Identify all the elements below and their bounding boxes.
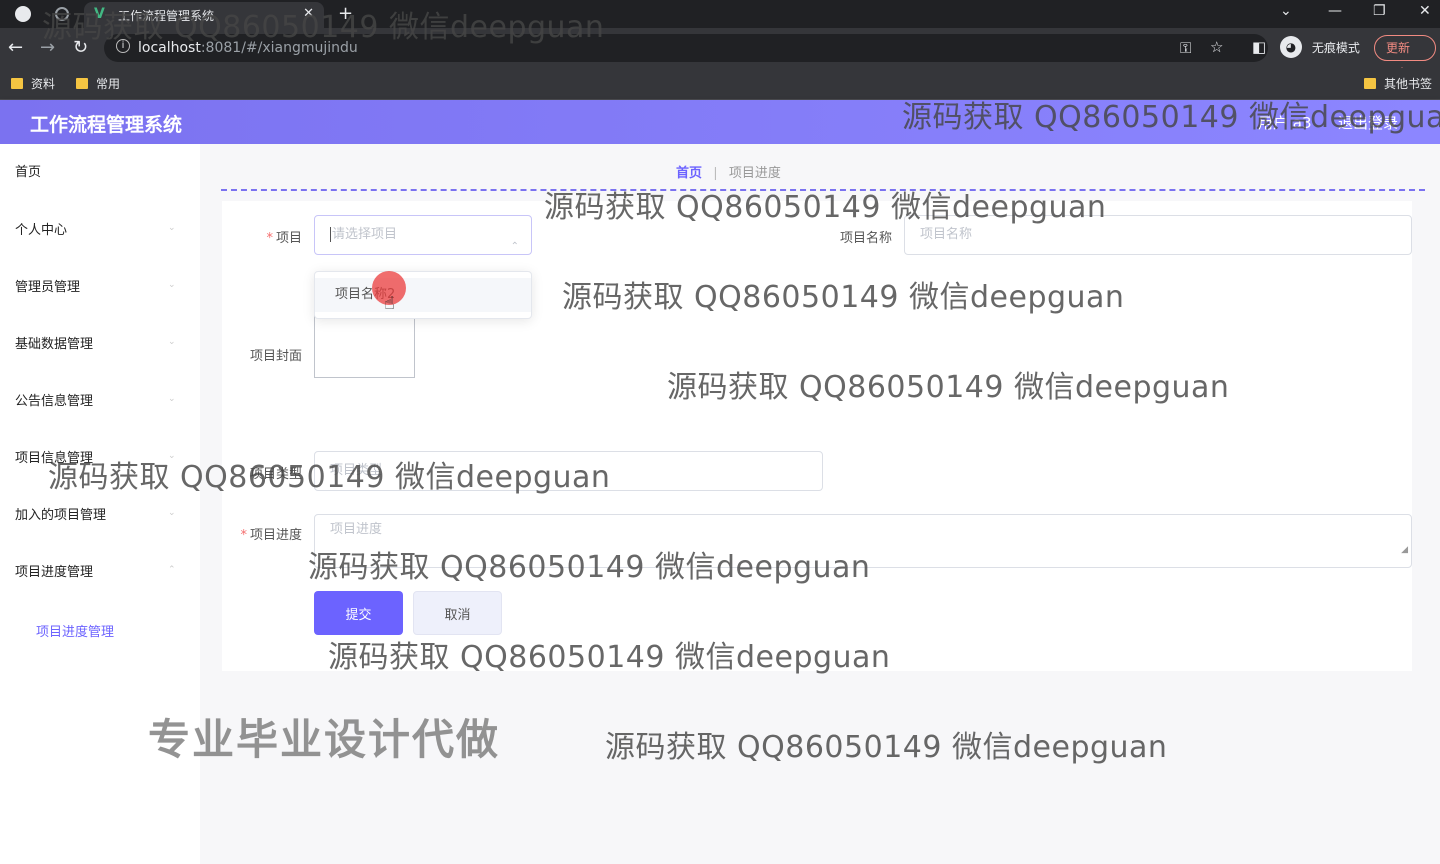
submit-button[interactable]: 提交 [314, 591, 403, 635]
project-name-input[interactable]: 项目名称 [904, 215, 1412, 255]
watermark-banner: 专业毕业设计代做 [148, 715, 501, 764]
bookmarks-bar: 资料 常用 其他书签 [0, 68, 1440, 100]
sidebar-item-base-data[interactable]: 基础数据管理 [15, 333, 93, 352]
cancel-button[interactable]: 取消 [413, 591, 502, 635]
site-info-icon[interactable]: i [116, 39, 130, 53]
incognito-indicator[interactable]: ◕ 无痕模式 [1280, 36, 1360, 60]
bookmark-folder-2[interactable]: 常用 [76, 75, 120, 92]
side-panel-icon[interactable]: ◧ [1252, 38, 1266, 56]
tab-close-icon[interactable]: ✕ [303, 6, 314, 21]
breadcrumb-separator-icon: ❘ [710, 166, 721, 181]
resize-grip-icon[interactable]: ◢ [1401, 535, 1408, 565]
folder-icon [11, 78, 23, 89]
password-key-icon[interactable]: ⚿ [1180, 39, 1191, 57]
other-bookmarks[interactable]: 其他书签 [1364, 75, 1432, 92]
back-arrow-icon[interactable]: ← [8, 37, 23, 58]
sidebar-item-joined-projects[interactable]: 加入的项目管理 [15, 504, 106, 523]
breadcrumb: 首页 ❘ 项目进度 [676, 162, 781, 181]
browser-logo-icon[interactable] [15, 6, 31, 22]
browser-tab-bar: V 工作流程管理系统 ✕ + ⌄ — ❐ ✕ [0, 0, 1440, 28]
dropdown-option-project[interactable]: 项目名称2 [315, 278, 531, 312]
progress-label: * 项目进度 [240, 528, 302, 543]
sidebar-item-notice[interactable]: 公告信息管理 [15, 390, 93, 409]
breadcrumb-current: 项目进度 [728, 166, 781, 181]
new-tab-button[interactable]: + [338, 3, 353, 24]
sidebar-item-progress[interactable]: 项目进度管理 [15, 561, 93, 580]
folder-icon [76, 78, 88, 89]
project-type-placeholder: 项目类型 [330, 463, 383, 478]
sidebar-item-admin[interactable]: 管理员管理 [15, 276, 80, 295]
chevron-down-icon: ⌄ [168, 394, 176, 404]
update-button[interactable]: 更新 ⋮ [1374, 35, 1436, 79]
logout-link[interactable]: 退出登录 [1338, 112, 1398, 133]
restore-icon[interactable]: ❐ [1373, 3, 1386, 19]
cover-label: 项目封面 [249, 349, 302, 364]
dashed-divider [221, 189, 1425, 191]
minimize-icon[interactable]: — [1328, 3, 1342, 19]
window-close-icon[interactable]: ✕ [1419, 3, 1431, 19]
progress-textarea[interactable]: 项目进度 ◢ [314, 514, 1412, 568]
project-name-placeholder: 项目名称 [920, 227, 973, 242]
current-user: 用户 a3 [1258, 114, 1312, 132]
project-select-placeholder: 请选择项目 [330, 227, 398, 242]
project-name-label: 项目名称 [839, 231, 892, 246]
chevron-up-icon: ⌃ [168, 565, 176, 575]
bookmark-star-icon[interactable]: ☆ [1210, 38, 1223, 56]
project-select[interactable]: 请选择项目 ⌃ [314, 215, 532, 255]
tab-search-icon[interactable] [55, 7, 69, 21]
chevron-down-icon: ⌄ [168, 223, 176, 233]
app-title: 工作流程管理系统 [30, 114, 183, 136]
forward-arrow-icon[interactable]: → [40, 37, 55, 58]
sidebar-item-project-info[interactable]: 项目信息管理 [15, 447, 93, 466]
chevron-down-icon: ⌄ [168, 451, 176, 461]
chevron-down-icon: ⌄ [168, 280, 176, 290]
incognito-label: 无痕模式 [1311, 40, 1360, 55]
sidebar-item-personal-center[interactable]: 个人中心 [15, 219, 67, 238]
bookmark-folder-1[interactable]: 资料 [11, 75, 55, 92]
update-label: 更新 [1386, 41, 1411, 55]
folder-icon [1364, 78, 1376, 89]
address-bar[interactable]: i localhost:8081/#/xiangmujindu ⚿ ☆ [104, 34, 1268, 62]
chevron-down-icon: ⌄ [168, 337, 176, 347]
browser-toolbar: ← → ↻ i localhost:8081/#/xiangmujindu ⚿ … [0, 28, 1440, 79]
app-header: 工作流程管理系统 用户 a3 退出登录 [0, 100, 1440, 144]
sidebar-subitem-progress-manage[interactable]: 项目进度管理 [36, 621, 114, 640]
project-type-input[interactable]: 项目类型 [314, 451, 823, 491]
sidebar-item-home[interactable]: 首页 [15, 161, 41, 180]
incognito-icon: ◕ [1280, 36, 1302, 58]
browser-tab[interactable]: V 工作流程管理系统 ✕ [84, 2, 324, 28]
project-type-label: 项目类型 [249, 467, 302, 482]
project-label: * 项目 [266, 231, 302, 246]
project-dropdown: 项目名称2 [314, 271, 532, 319]
url-text: localhost:8081/#/xiangmujindu [138, 40, 358, 56]
breadcrumb-home[interactable]: 首页 [676, 166, 702, 181]
chevron-up-icon: ⌃ [510, 241, 519, 252]
tab-title: 工作流程管理系统 [118, 9, 215, 23]
tab-list-chevron-icon[interactable]: ⌄ [1280, 3, 1292, 19]
chevron-down-icon: ⌄ [168, 508, 176, 518]
progress-placeholder: 项目进度 [330, 522, 383, 537]
progress-form: * 项目 请选择项目 ⌃ 项目名称 项目名称 项目封面 项目名称2 ☝ 项目类型 … [222, 201, 1412, 671]
reload-icon[interactable]: ↻ [73, 37, 88, 58]
vue-logo-icon: V [94, 6, 105, 22]
hand-cursor-icon: ☝ [384, 293, 395, 314]
